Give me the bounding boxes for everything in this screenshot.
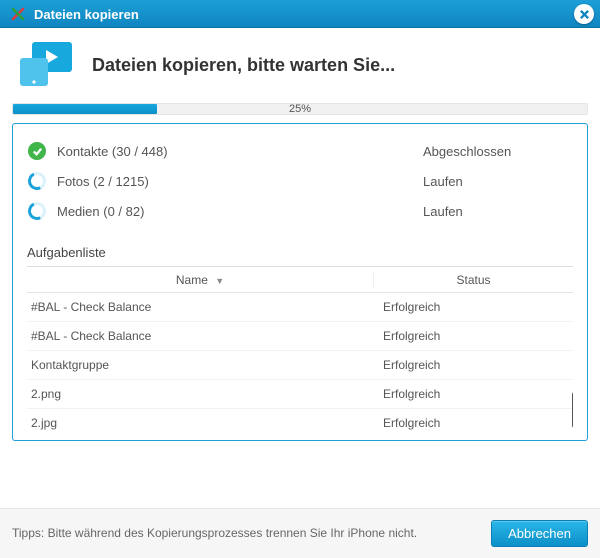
task-row[interactable]: #BAL - Check BalanceErfolgreich: [27, 322, 573, 351]
task-name: 2.jpg: [27, 416, 373, 430]
task-row[interactable]: 2.pngErfolgreich: [27, 380, 573, 409]
task-row[interactable]: KontaktgruppeErfolgreich: [27, 351, 573, 380]
category-row: Medien (0 / 82)Laufen: [27, 196, 573, 226]
check-circle-icon: [27, 141, 47, 161]
category-name: Fotos (2 / 1215): [57, 174, 423, 189]
column-name-label: Name: [176, 273, 208, 287]
task-name: #BAL - Check Balance: [27, 329, 373, 343]
category-status: Laufen: [423, 174, 573, 189]
close-icon: [579, 9, 590, 20]
category-row: Fotos (2 / 1215)Laufen: [27, 166, 573, 196]
progress-bar: 25%: [12, 103, 588, 115]
heading: Dateien kopieren, bitte warten Sie...: [92, 55, 395, 76]
sort-desc-icon: ▼: [215, 276, 224, 286]
category-row: Kontakte (30 / 448)Abgeschlossen: [27, 136, 573, 166]
task-area: Aufgabenliste Name ▼ Status #BAL - Check…: [27, 244, 573, 430]
progress-label: 25%: [13, 102, 587, 116]
dialog-window: Dateien kopieren Dateien kopieren, bitte…: [0, 0, 600, 558]
task-status: Erfolgreich: [373, 329, 573, 343]
task-name: 2.png: [27, 387, 373, 401]
footer: Tipps: Bitte während des Kopierungsproze…: [0, 508, 600, 558]
task-list-title: Aufgabenliste: [27, 245, 573, 267]
column-status-label: Status: [456, 273, 490, 287]
cancel-button[interactable]: Abbrechen: [491, 520, 588, 547]
status-panel: Kontakte (30 / 448)AbgeschlossenFotos (2…: [12, 123, 588, 441]
category-status: Laufen: [423, 204, 573, 219]
spinner-icon: [27, 171, 47, 191]
column-name[interactable]: Name ▼: [27, 273, 373, 287]
task-status: Erfolgreich: [373, 300, 573, 314]
app-icon: [10, 6, 26, 22]
header-row: Dateien kopieren, bitte warten Sie...: [12, 36, 588, 103]
titlebar: Dateien kopieren: [0, 0, 600, 28]
devices-icon: [18, 40, 74, 91]
category-name: Kontakte (30 / 448): [57, 144, 423, 159]
category-status: Abgeschlossen: [423, 144, 573, 159]
content-area: Dateien kopieren, bitte warten Sie... 25…: [0, 28, 600, 441]
task-header: Name ▼ Status: [27, 267, 573, 293]
task-name: #BAL - Check Balance: [27, 300, 373, 314]
category-name: Medien (0 / 82): [57, 204, 423, 219]
tips-text: Tipps: Bitte während des Kopierungsproze…: [12, 525, 491, 541]
window-title: Dateien kopieren: [34, 7, 574, 22]
column-divider: [373, 277, 374, 283]
task-row[interactable]: 2.jpgErfolgreich: [27, 409, 573, 430]
scrollbar-thumb[interactable]: [572, 392, 573, 428]
task-row[interactable]: #BAL - Check BalanceErfolgreich: [27, 293, 573, 322]
category-list: Kontakte (30 / 448)AbgeschlossenFotos (2…: [27, 136, 573, 226]
column-status[interactable]: Status: [373, 273, 573, 287]
task-status: Erfolgreich: [373, 358, 573, 372]
task-status: Erfolgreich: [373, 387, 573, 401]
task-name: Kontaktgruppe: [27, 358, 373, 372]
task-body[interactable]: #BAL - Check BalanceErfolgreich#BAL - Ch…: [27, 293, 573, 430]
task-status: Erfolgreich: [373, 416, 573, 430]
spinner-icon: [27, 201, 47, 221]
close-button[interactable]: [574, 4, 594, 24]
